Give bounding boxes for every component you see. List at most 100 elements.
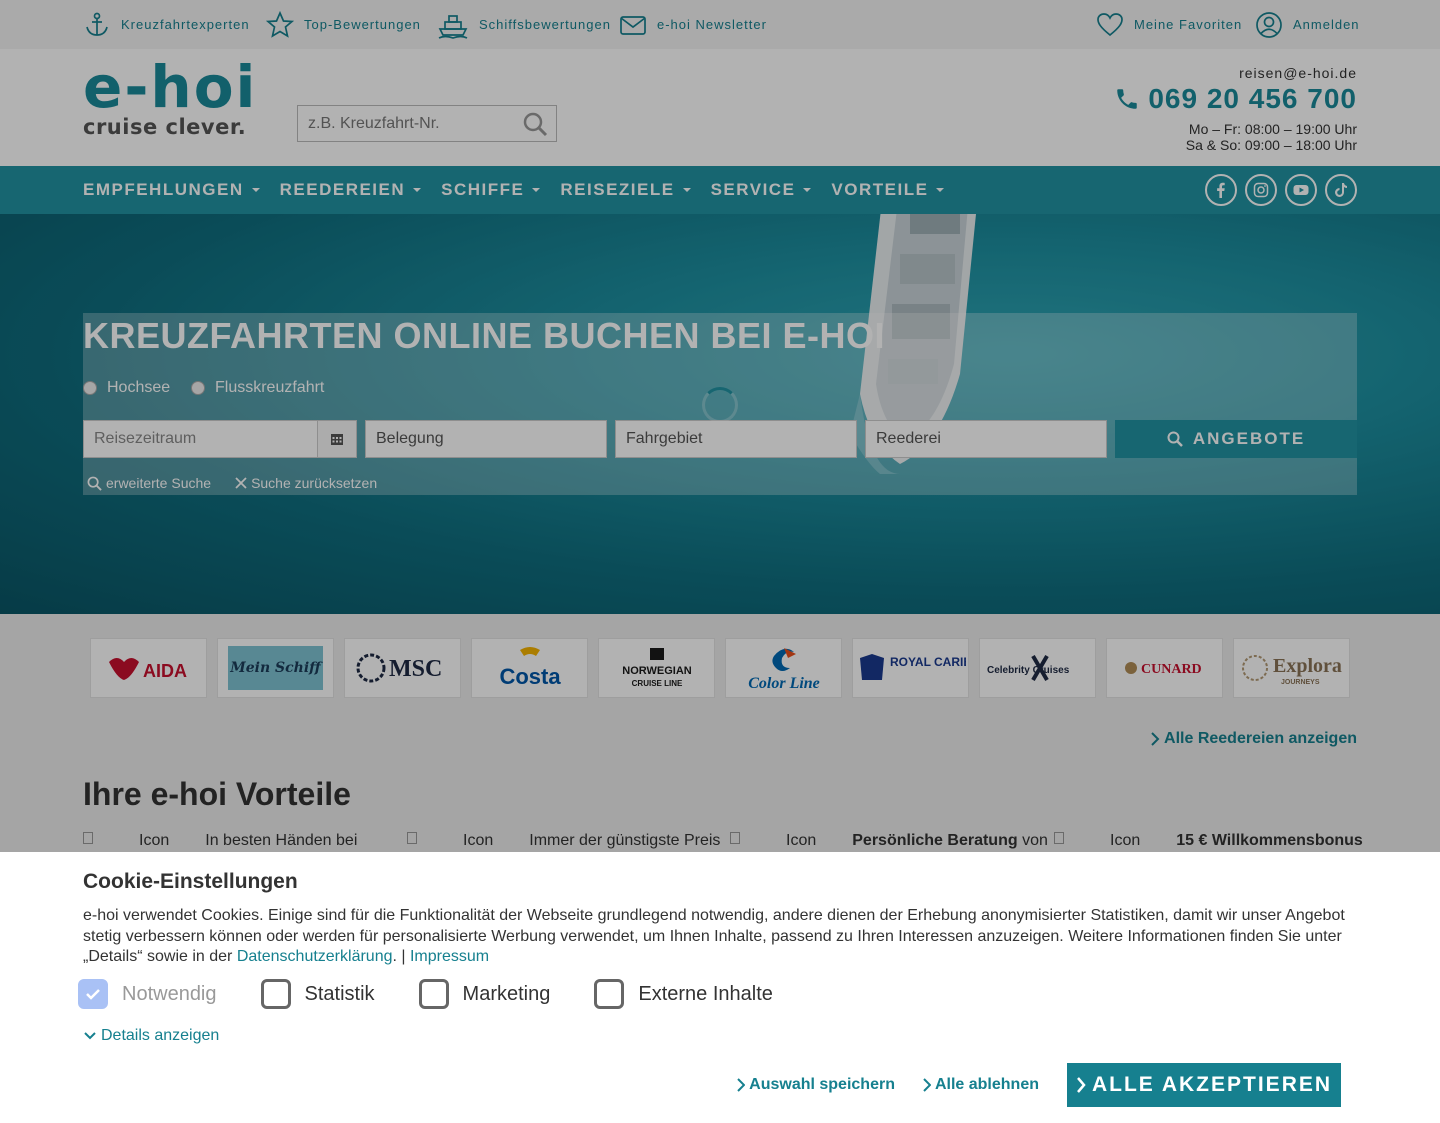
logo-mein-schiff[interactable]: Mein Schiff xyxy=(217,638,334,698)
svg-text:CRUISE LINE: CRUISE LINE xyxy=(631,679,682,688)
benefit-text: von xyxy=(1017,832,1048,849)
anchor-icon xyxy=(86,12,108,36)
offers-label: ANGEBOTE xyxy=(1192,429,1306,448)
nav-cruise-lines[interactable]: REEDEREIEN xyxy=(280,180,422,200)
logo-color-line[interactable]: Color Line xyxy=(725,638,842,698)
contact-email[interactable]: reisen@e-hoi.de xyxy=(1114,65,1357,81)
tiktok-link[interactable] xyxy=(1325,174,1357,206)
nav-ships[interactable]: SCHIFFE xyxy=(441,180,541,200)
nav-benefits-label: VORTEILE xyxy=(831,180,929,199)
show-details-link[interactable]: Details anzeigen xyxy=(83,1027,219,1045)
newsletter-link[interactable]: e-hoi Newsletter xyxy=(619,0,767,49)
checkbox-external-content[interactable]: Externe Inhalte xyxy=(594,979,773,1009)
logo-explora[interactable]: Explora JOURNEYS xyxy=(1233,638,1350,698)
benefit-icon-alt: Icon xyxy=(139,832,170,849)
cookie-categories: Notwendig Statistik Marketing Externe In… xyxy=(78,979,817,1009)
cruise-line-label: Reederei xyxy=(876,430,941,447)
logo-cunard[interactable]: CUNARD xyxy=(1106,638,1223,698)
radio-ocean-dot[interactable] xyxy=(83,381,97,395)
checkbox-statistics[interactable]: Statistik xyxy=(260,979,375,1009)
checkbox-marketing-label: Marketing xyxy=(462,982,551,1005)
offers-button[interactable]: ANGEBOTE xyxy=(1115,420,1357,458)
logo-royal-caribbean[interactable]: ROYAL CARIBBEAN xyxy=(852,638,969,698)
hours-weekend: Sa & So: 09:00 – 18:00 Uhr xyxy=(1185,137,1357,153)
checkbox-statistics-label: Statistik xyxy=(304,982,375,1005)
cookie-title: Cookie-Einstellungen xyxy=(83,870,298,893)
social-links xyxy=(1205,174,1357,206)
nav-service[interactable]: SERVICE xyxy=(711,180,812,200)
benefit-text-bold: Persönliche Beratung xyxy=(852,832,1018,849)
ship-reviews-link[interactable]: Schiffsbewertungen xyxy=(437,0,611,49)
e-hoi-logo[interactable]: e-hoi cruise clever. xyxy=(83,53,278,143)
hero-title: KREUZFAHRTEN ONLINE BUCHEN BEI E-HOI xyxy=(83,315,886,356)
logo-color-line-text: Color Line xyxy=(748,675,820,692)
radio-ocean-label: Hochsee xyxy=(107,379,171,396)
logo-msc-text: MSC xyxy=(389,656,442,682)
logo-aida[interactable]: AIDA xyxy=(90,638,207,698)
benefit-item: Icon 15 € Willkommensbonus xyxy=(1054,832,1363,850)
privacy-policy-link[interactable]: Datenschutzerklärung xyxy=(237,948,393,965)
radio-river-dot[interactable] xyxy=(191,381,205,395)
top-reviews-link[interactable]: Top-Bewertungen xyxy=(266,0,421,49)
reject-all-button[interactable]: Alle ablehnen xyxy=(923,1076,1039,1094)
facebook-link[interactable] xyxy=(1205,174,1237,206)
logo-tagline: cruise clever. xyxy=(83,115,247,139)
login-link[interactable]: Anmelden xyxy=(1255,0,1360,49)
benefit-icon-alt: Icon xyxy=(786,832,817,849)
nav-recommendations[interactable]: EMPFEHLUNGEN xyxy=(83,180,260,200)
cruise-line-logos: AIDA Mein Schiff MSC Costa NORWEGIAN CRUI… xyxy=(90,638,1350,698)
login-label: Anmelden xyxy=(1293,17,1360,32)
reset-search-link[interactable]: Suche zurücksetzen xyxy=(235,475,377,491)
experts-link[interactable]: Kreuzfahrtexperten xyxy=(83,0,250,49)
reject-all-label: Alle ablehnen xyxy=(934,1076,1039,1093)
cruise-number-input[interactable] xyxy=(298,106,513,141)
logo-cunard-text: CUNARD xyxy=(1141,662,1202,677)
search-icon xyxy=(1167,431,1183,447)
logo-norwegian[interactable]: NORWEGIAN CRUISE LINE xyxy=(598,638,715,698)
region-select[interactable]: Fahrgebiet xyxy=(615,420,857,458)
checkbox-marketing-box[interactable] xyxy=(418,979,449,1009)
occupancy-select[interactable]: Belegung xyxy=(365,420,607,458)
logo-royal-caribbean-text: ROYAL CARIBBEAN xyxy=(890,655,966,669)
logo-msc[interactable]: MSC xyxy=(344,638,461,698)
travel-period-field[interactable]: Reisezeitraum xyxy=(83,420,357,458)
broken-image-icon xyxy=(1054,832,1064,844)
benefit-text: In besten Händen bei xyxy=(205,832,358,849)
logo-costa[interactable]: Costa xyxy=(471,638,588,698)
nav-destinations[interactable]: REISEZIELE xyxy=(560,180,691,200)
site-header: e-hoi cruise clever. reisen@e-hoi.de 069… xyxy=(0,49,1440,166)
calendar-icon[interactable] xyxy=(317,421,356,457)
advanced-search-link[interactable]: erweiterte Suche xyxy=(87,475,211,491)
contact-phone[interactable]: 069 20 456 700 xyxy=(1114,83,1357,115)
radio-river[interactable]: Flusskreuzfahrt xyxy=(191,379,324,397)
save-selection-button[interactable]: Auswahl speichern xyxy=(737,1076,895,1094)
search-icon[interactable] xyxy=(522,111,548,137)
checkbox-marketing[interactable]: Marketing xyxy=(418,979,551,1009)
newsletter-label: e-hoi Newsletter xyxy=(657,17,767,32)
all-cruise-lines-link[interactable]: Alle Reedereien anzeigen xyxy=(1150,730,1357,748)
show-details-label: Details anzeigen xyxy=(101,1027,220,1044)
cookie-text: e-hoi verwendet Cookies. Einige sind für… xyxy=(83,906,1363,968)
logo-wordmark: e-hoi xyxy=(83,53,258,121)
instagram-link[interactable] xyxy=(1245,174,1277,206)
cookie-separator: . | xyxy=(392,948,406,965)
youtube-link[interactable] xyxy=(1285,174,1317,206)
logo-celebrity[interactable]: Celebrity Cruises xyxy=(979,638,1096,698)
logo-celebrity-text: Celebrity Cruises xyxy=(987,665,1070,676)
imprint-link[interactable]: Impressum xyxy=(410,948,489,965)
accept-all-button[interactable]: ALLE AKZEPTIEREN xyxy=(1067,1063,1341,1107)
favorites-link[interactable]: Meine Favoriten xyxy=(1096,0,1242,49)
cookie-banner: Cookie-Einstellungen e-hoi verwendet Coo… xyxy=(0,852,1440,1123)
checkbox-external-content-box[interactable] xyxy=(594,979,625,1009)
nav-benefits[interactable]: VORTEILE xyxy=(831,180,945,200)
favorites-label: Meine Favoriten xyxy=(1134,17,1243,32)
radio-ocean[interactable]: Hochsee xyxy=(83,379,170,397)
logo-explora-text: Explora xyxy=(1273,655,1342,677)
checkbox-statistics-box[interactable] xyxy=(260,979,291,1009)
cruise-line-select[interactable]: Reederei xyxy=(865,420,1107,458)
checkbox-necessary: Notwendig xyxy=(78,979,217,1009)
search-icon xyxy=(87,476,102,491)
checkbox-necessary-box xyxy=(78,979,108,1009)
advanced-search-label: erweiterte Suche xyxy=(106,475,212,491)
mail-icon xyxy=(620,15,646,35)
